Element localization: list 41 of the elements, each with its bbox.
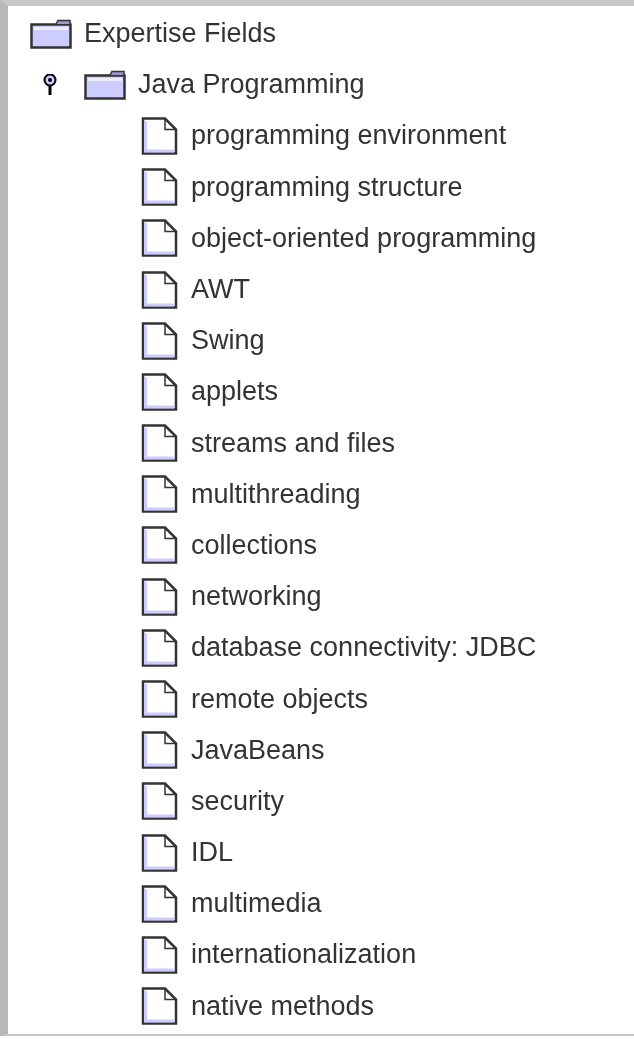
document-icon: [141, 116, 179, 155]
tree-node-label[interactable]: security: [191, 785, 285, 817]
tree-node-label[interactable]: collections: [191, 529, 318, 561]
document-icon: [141, 935, 179, 974]
document-icon: [141, 526, 179, 565]
document-icon: [141, 628, 179, 667]
tree-node-label[interactable]: Java Programming: [138, 69, 365, 101]
tree-node-label[interactable]: Expertise Fields: [84, 18, 277, 50]
tree-node-label[interactable]: AWT: [191, 274, 250, 306]
tree-node-label[interactable]: multithreading: [191, 478, 361, 510]
tree-node-label[interactable]: JavaBeans: [191, 734, 325, 766]
document-icon: [141, 372, 179, 411]
document-icon: [141, 884, 179, 923]
tree-node-label[interactable]: native methods: [191, 990, 375, 1022]
document-icon: [141, 424, 179, 463]
document-icon: [141, 321, 179, 360]
tree-node-label[interactable]: networking: [191, 581, 322, 613]
folder-icon: [30, 18, 72, 49]
tree-node-label[interactable]: streams and files: [191, 427, 396, 459]
document-icon: [141, 168, 179, 207]
document-icon: [141, 833, 179, 872]
folder-icon: [84, 69, 126, 100]
tree-node-label[interactable]: programming environment: [191, 120, 507, 152]
tree-node-label[interactable]: object-oriented programming: [191, 222, 537, 254]
tree-node-label[interactable]: IDL: [191, 837, 234, 869]
document-icon: [141, 987, 179, 1026]
tree-node-label[interactable]: applets: [191, 376, 279, 408]
tree-node-label[interactable]: database connectivity: JDBC: [191, 632, 537, 664]
tree-node-label[interactable]: programming structure: [191, 171, 463, 203]
tree-node-label[interactable]: Swing: [191, 325, 265, 357]
tree-node-label[interactable]: internationalization: [191, 939, 417, 971]
document-icon: [141, 680, 179, 719]
document-icon: [141, 731, 179, 770]
tree-node-label[interactable]: remote objects: [191, 683, 369, 715]
document-icon: [141, 219, 179, 258]
document-icon: [141, 782, 179, 821]
expanded-handle-icon[interactable]: [43, 73, 57, 96]
document-icon: [141, 270, 179, 309]
document-icon: [141, 577, 179, 616]
tree-node-label[interactable]: multimedia: [191, 888, 322, 920]
document-icon: [141, 475, 179, 514]
